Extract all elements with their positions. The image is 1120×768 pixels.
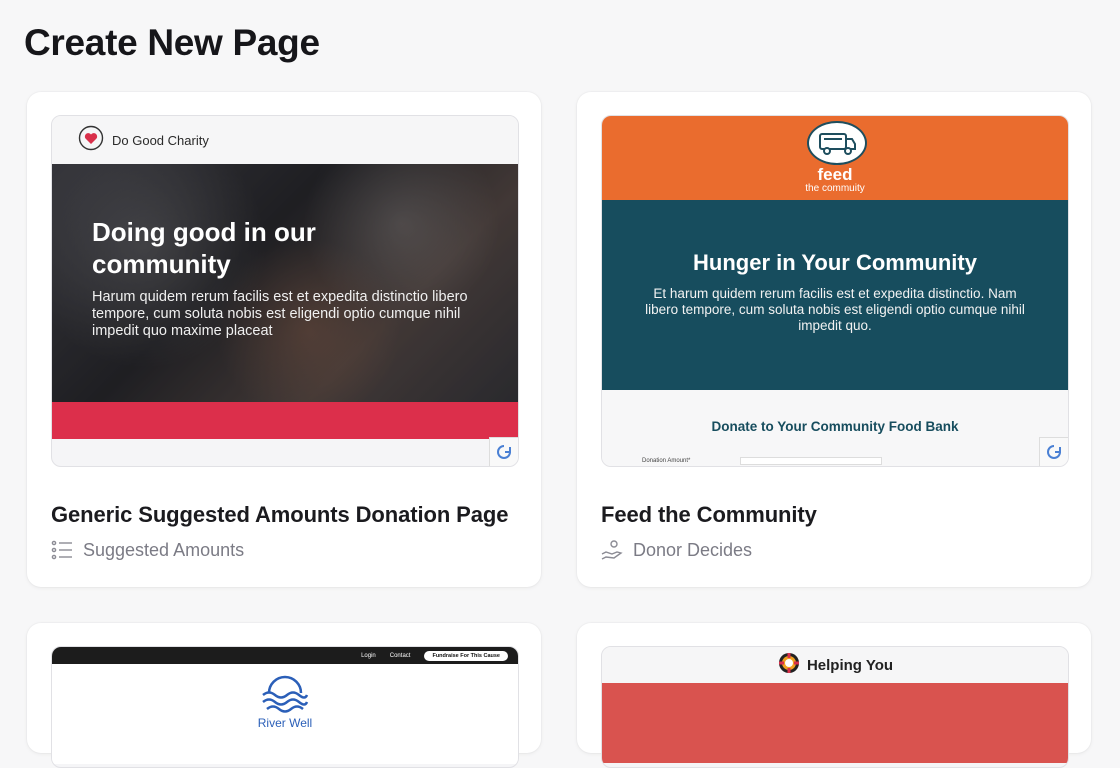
template-preview[interactable]: Login Contact Fundraise For This Cause R… [51, 646, 519, 768]
card-title: Feed the Community [601, 502, 817, 527]
wave-logo-icon [259, 673, 311, 718]
template-card-feed-the-community[interactable]: feed the commuity Hunger in Your Communi… [577, 92, 1091, 587]
preview-form-label: Donation Amount* [642, 458, 691, 464]
template-card-helping-you[interactable]: Helping You [577, 623, 1091, 768]
hand-coin-icon [601, 539, 623, 561]
card-type-label: Suggested Amounts [83, 539, 245, 560]
preview-org-name: Helping You [806, 656, 894, 674]
template-preview[interactable]: Do Good Charity Doing good in our commun… [51, 115, 519, 467]
preview-form-title: Donate to Your Community Food Bank [711, 419, 959, 434]
preview-form: Donate to Your Community Food Bank Donat… [602, 390, 1068, 466]
preview-hero-title: Hunger in Your Community [693, 250, 977, 275]
template-preview[interactable]: feed the commuity Hunger in Your Communi… [601, 115, 1069, 467]
page-title: Create New Page [24, 22, 320, 63]
heart-logo-icon [78, 125, 104, 156]
preview-color-band [602, 683, 1068, 763]
preview-hero-image: Doing good in our community Harum quidem… [52, 164, 518, 402]
lifebuoy-logo-icon [777, 651, 801, 680]
recaptcha-icon [489, 437, 518, 466]
food-truck-icon [807, 121, 867, 165]
preview-org-name: River Well [257, 716, 313, 730]
preview-logo-title: feed [817, 165, 853, 184]
preview-hero-body: Et harum quidem rerum facilis est et exp… [645, 286, 1025, 333]
preview-nav-contact: Contact [389, 652, 411, 659]
template-card-generic-suggested-amounts[interactable]: Do Good Charity Doing good in our commun… [27, 92, 541, 587]
preview-hero-title: Doing good in our community [92, 217, 316, 279]
preview-hero-body: Harum quidem rerum facilis est et expedi… [92, 289, 468, 339]
preview-nav-bar: Login Contact Fundraise For This Cause [52, 647, 518, 664]
preview-nav-button: Fundraise For This Cause [424, 650, 508, 661]
list-icon [51, 539, 73, 561]
preview-logo-subtitle: the commuity [805, 183, 865, 194]
recaptcha-icon [1039, 437, 1068, 466]
preview-header: feed the commuity [602, 116, 1068, 200]
preview-org-name: Do Good Charity [112, 132, 209, 148]
preview-body: River Well [52, 664, 518, 764]
template-preview[interactable]: Helping You [601, 646, 1069, 768]
template-card-river-well[interactable]: Login Contact Fundraise For This Cause R… [27, 623, 541, 768]
preview-header: Helping You [602, 647, 1068, 683]
card-title: Generic Suggested Amounts Donation Page [51, 502, 509, 527]
preview-form-input [740, 457, 882, 465]
card-type: Suggested Amounts [51, 539, 244, 561]
preview-color-band [52, 402, 518, 439]
card-type: Donor Decides [601, 539, 752, 561]
preview-hero: Hunger in Your Community Et harum quidem… [602, 200, 1068, 390]
card-type-label: Donor Decides [633, 539, 753, 560]
preview-nav-login: Login [361, 652, 376, 659]
preview-header: Do Good Charity [52, 116, 518, 164]
